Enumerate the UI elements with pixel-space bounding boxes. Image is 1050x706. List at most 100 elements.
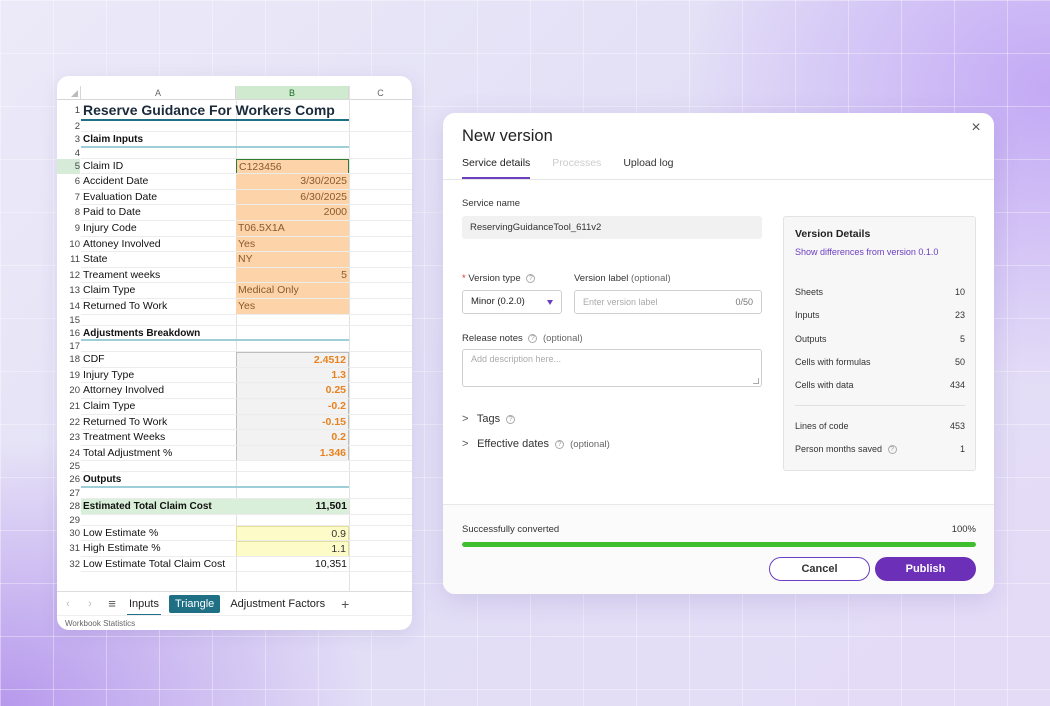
- row-number[interactable]: 5: [57, 158, 80, 175]
- cell-b[interactable]: 1.1: [236, 541, 349, 557]
- row-number[interactable]: 3: [57, 132, 80, 148]
- cell-b[interactable]: Yes: [236, 299, 349, 315]
- row-number[interactable]: 18: [57, 352, 80, 368]
- help-icon[interactable]: ?: [528, 333, 538, 343]
- sheet-list-menu-icon[interactable]: ≡: [101, 596, 123, 611]
- row-number[interactable]: 15: [57, 315, 80, 326]
- cell-a[interactable]: Attoney Involved: [83, 237, 161, 253]
- cell-b[interactable]: 0.25: [236, 383, 349, 399]
- row-number[interactable]: 22: [57, 415, 80, 431]
- next-sheet-icon[interactable]: ›: [79, 598, 101, 610]
- row-number[interactable]: 2: [57, 121, 80, 132]
- row-number[interactable]: 6: [57, 174, 80, 190]
- column-header-a[interactable]: A: [81, 86, 236, 100]
- effective-dates-expander[interactable]: > Effective dates ? (optional): [462, 438, 610, 450]
- row-number[interactable]: 10: [57, 237, 80, 253]
- cell-b[interactable]: -0.15: [236, 414, 349, 431]
- row-number[interactable]: 12: [57, 268, 80, 284]
- row-number[interactable]: 24: [57, 446, 80, 462]
- row-number[interactable]: 19: [57, 368, 80, 384]
- cell-a[interactable]: Returned To Work: [83, 415, 167, 431]
- row-number[interactable]: 23: [57, 430, 80, 446]
- version-type-select[interactable]: Minor (0.2.0): [462, 290, 562, 314]
- row-number[interactable]: 28: [57, 499, 80, 515]
- row-number[interactable]: 16: [57, 326, 80, 342]
- cell-b[interactable]: 2.4512: [236, 352, 349, 368]
- cell-a[interactable]: Accident Date: [83, 174, 148, 190]
- help-icon[interactable]: ?: [506, 414, 516, 424]
- row-number[interactable]: 7: [57, 190, 80, 206]
- row-number[interactable]: 27: [57, 488, 80, 499]
- tab-upload-log[interactable]: Upload log: [623, 157, 673, 179]
- cell-a[interactable]: Claim Type: [83, 283, 135, 299]
- sheet-tab-inputs[interactable]: Inputs: [123, 595, 165, 616]
- cell-a[interactable]: Attorney Involved: [83, 383, 164, 399]
- cell-a[interactable]: Treament weeks: [83, 268, 160, 284]
- sheet-tab-triangle[interactable]: Triangle: [168, 594, 221, 613]
- close-icon[interactable]: ×: [968, 119, 984, 137]
- cell-a[interactable]: Injury Type: [83, 368, 134, 384]
- cell-b[interactable]: Medical Only: [236, 283, 349, 299]
- row-number[interactable]: 32: [57, 557, 80, 573]
- cell-a[interactable]: Claim ID: [83, 159, 123, 175]
- cell-b[interactable]: 10,351: [236, 557, 349, 573]
- select-all-corner[interactable]: [57, 86, 81, 100]
- column-header-c[interactable]: C: [349, 86, 412, 100]
- cell-b[interactable]: C123456: [236, 158, 349, 175]
- tab-service-details[interactable]: Service details: [462, 157, 531, 179]
- cell-b[interactable]: -0.2: [236, 399, 349, 415]
- cell-b[interactable]: Yes: [236, 236, 349, 253]
- row-number[interactable]: 30: [57, 526, 80, 542]
- cell-b[interactable]: 3/30/2025: [236, 174, 349, 190]
- cell-a[interactable]: Injury Code: [83, 221, 137, 237]
- help-icon[interactable]: ?: [526, 273, 536, 283]
- row-number[interactable]: 17: [57, 341, 80, 352]
- show-differences-link[interactable]: Show differences from version 0.1.0: [795, 247, 938, 257]
- cell-b[interactable]: 0.2: [236, 430, 349, 446]
- row-number[interactable]: 4: [57, 148, 80, 159]
- cell-a[interactable]: Reserve Guidance For Workers Comp: [83, 100, 335, 121]
- row-number[interactable]: 21: [57, 399, 80, 415]
- cell-a[interactable]: Evaluation Date: [83, 190, 157, 206]
- help-icon[interactable]: ?: [555, 439, 565, 449]
- cancel-button[interactable]: Cancel: [769, 557, 870, 581]
- row-number[interactable]: 29: [57, 515, 80, 526]
- cell-b[interactable]: 1.346: [236, 445, 349, 462]
- prev-sheet-icon[interactable]: ‹: [57, 598, 79, 610]
- release-notes-textarea[interactable]: Add description here...: [462, 349, 762, 387]
- row-number[interactable]: 26: [57, 472, 80, 488]
- cell-a[interactable]: Claim Type: [83, 399, 135, 415]
- cell-b[interactable]: 5: [236, 267, 349, 284]
- version-label-input[interactable]: Enter version label 0/50: [574, 290, 762, 314]
- cell-b[interactable]: 1.3: [236, 367, 349, 384]
- row-number[interactable]: 20: [57, 383, 80, 399]
- cell-a[interactable]: CDF: [83, 352, 105, 368]
- cell-b[interactable]: 6/30/2025: [236, 189, 349, 206]
- row-number[interactable]: 13: [57, 283, 80, 299]
- row-number[interactable]: 31: [57, 541, 80, 557]
- cell-a[interactable]: Total Adjustment %: [83, 446, 172, 462]
- row-number[interactable]: 14: [57, 299, 80, 315]
- cell-a[interactable]: Treatment Weeks: [83, 430, 165, 446]
- cell-a[interactable]: Low Estimate %: [83, 526, 158, 542]
- cell-a[interactable]: State: [83, 252, 108, 268]
- cell-b[interactable]: 2000: [236, 205, 349, 221]
- row-number[interactable]: 8: [57, 205, 80, 221]
- sheet-tab-adjustment-factors[interactable]: Adjustment Factors: [224, 595, 331, 613]
- row-number[interactable]: 9: [57, 221, 80, 237]
- cell-a[interactable]: Paid to Date: [83, 205, 141, 221]
- help-icon[interactable]: ?: [887, 445, 897, 455]
- cell-a[interactable]: Returned To Work: [83, 299, 167, 315]
- publish-button[interactable]: Publish: [875, 557, 976, 581]
- column-header-b[interactable]: B: [236, 86, 349, 100]
- workbook-status-bar[interactable]: Workbook Statistics: [57, 615, 412, 630]
- cell-a[interactable]: High Estimate %: [83, 541, 161, 557]
- tags-expander[interactable]: > Tags ?: [462, 413, 516, 425]
- cell-a[interactable]: Low Estimate Total Claim Cost: [83, 557, 225, 573]
- cell-b[interactable]: 0.9: [236, 525, 349, 542]
- row-number[interactable]: 25: [57, 461, 80, 472]
- cell-b[interactable]: 11,501: [236, 499, 349, 515]
- cell-b[interactable]: NY: [236, 252, 349, 268]
- add-sheet-icon[interactable]: +: [335, 596, 355, 612]
- cell-a[interactable]: Estimated Total Claim Cost: [83, 499, 212, 515]
